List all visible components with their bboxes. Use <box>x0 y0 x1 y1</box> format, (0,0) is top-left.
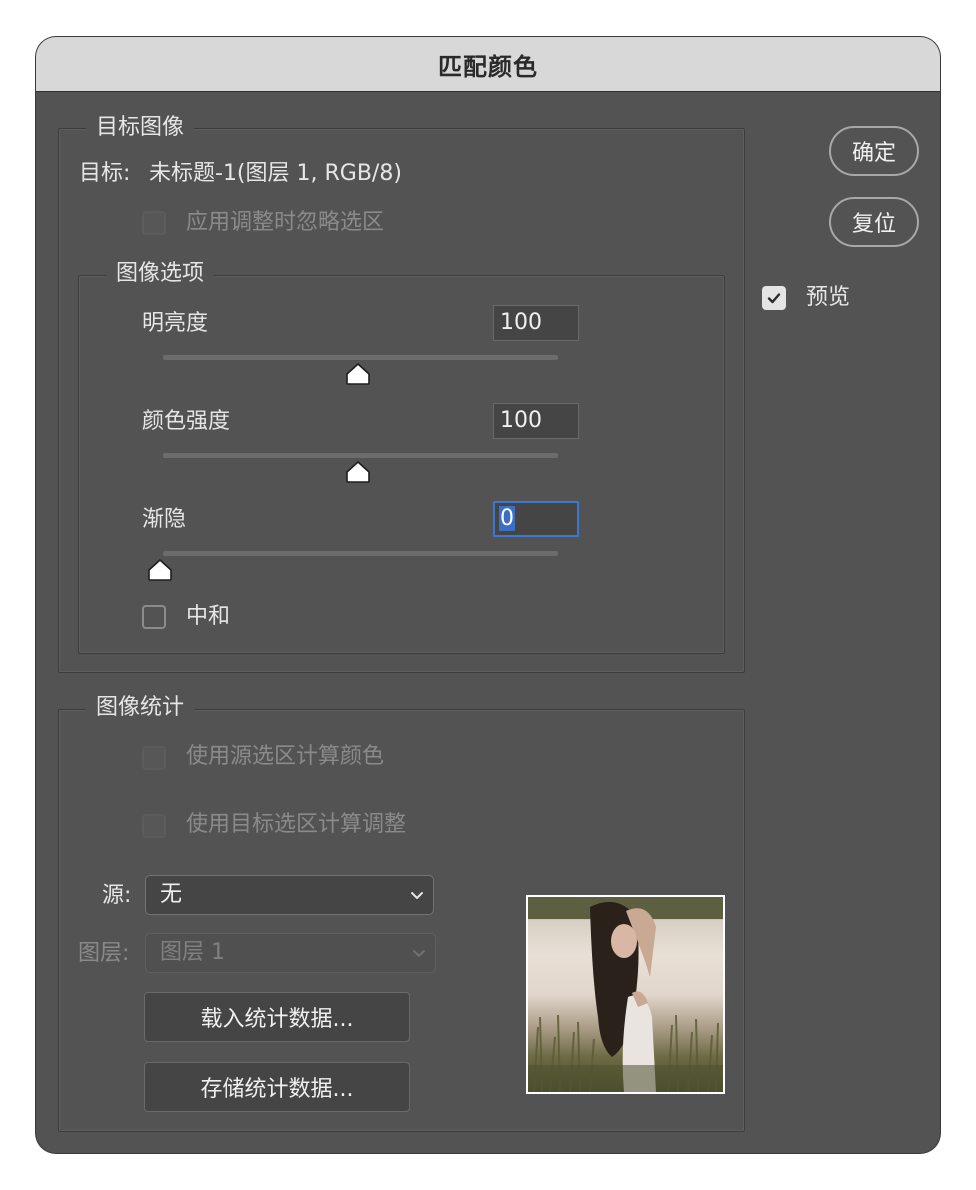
dialog-title: 匹配颜色 <box>438 52 538 81</box>
fade-slider-thumb-icon[interactable] <box>147 559 173 581</box>
fade-label: 渐隐 <box>142 507 187 532</box>
chevron-down-icon <box>411 892 423 899</box>
fade-slider-track[interactable] <box>163 551 558 556</box>
save-statistics-button[interactable]: 存储统计数据... <box>144 1062 410 1112</box>
layer-select-value: 图层 1 <box>160 940 225 965</box>
image-statistics-legend: 图像统计 <box>86 694 195 722</box>
title-bar[interactable]: 匹配颜色 <box>36 37 940 92</box>
source-select[interactable]: 无 <box>145 875 434 915</box>
reset-button[interactable]: 复位 <box>829 197 919 247</box>
luminance-label: 明亮度 <box>142 311 209 336</box>
preview-label: 预览 <box>806 285 851 310</box>
layer-select[interactable]: 图层 1 <box>145 933 436 973</box>
ignore-selection-label: 应用调整时忽略选区 <box>186 210 385 235</box>
neutralize-checkbox[interactable] <box>142 605 166 629</box>
target-value: 未标题-1(图层 1, RGB/8) <box>149 161 402 186</box>
use-source-selection-checkbox[interactable] <box>142 746 166 770</box>
source-image-thumbnail <box>526 895 725 1094</box>
ignore-selection-checkbox[interactable] <box>142 211 166 235</box>
color-intensity-slider-track[interactable] <box>163 453 558 458</box>
luminance-slider-track[interactable] <box>163 355 558 360</box>
match-color-dialog: 匹配颜色 确定 复位 预览 目标图像 目标: 未标题-1(图层 1, RGB/8… <box>36 37 940 1153</box>
layer-label: 图层: <box>78 941 130 966</box>
ok-button[interactable]: 确定 <box>829 126 919 176</box>
use-source-selection-label: 使用源选区计算颜色 <box>186 744 385 769</box>
image-options-legend: 图像选项 <box>106 260 215 288</box>
fade-input[interactable]: 0 <box>493 501 579 537</box>
checkmark-icon <box>767 293 781 304</box>
preview-checkbox[interactable] <box>762 286 786 310</box>
use-target-selection-label: 使用目标选区计算调整 <box>186 812 407 837</box>
load-statistics-button[interactable]: 载入统计数据... <box>144 992 410 1042</box>
target-label: 目标: <box>79 161 131 186</box>
source-label: 源: <box>102 883 132 908</box>
fade-input-value: 0 <box>499 506 515 531</box>
chevron-down-icon <box>413 950 425 957</box>
color-intensity-label: 颜色强度 <box>142 409 231 434</box>
luminance-slider-thumb-icon[interactable] <box>345 363 371 385</box>
target-image-legend: 目标图像 <box>86 114 195 142</box>
luminance-input[interactable]: 100 <box>493 305 579 341</box>
use-target-selection-checkbox[interactable] <box>142 814 166 838</box>
thumbnail-photo <box>528 897 723 1092</box>
color-intensity-slider-thumb-icon[interactable] <box>345 461 371 483</box>
neutralize-label: 中和 <box>186 604 231 629</box>
color-intensity-input[interactable]: 100 <box>493 403 579 439</box>
source-select-value: 无 <box>160 882 183 907</box>
